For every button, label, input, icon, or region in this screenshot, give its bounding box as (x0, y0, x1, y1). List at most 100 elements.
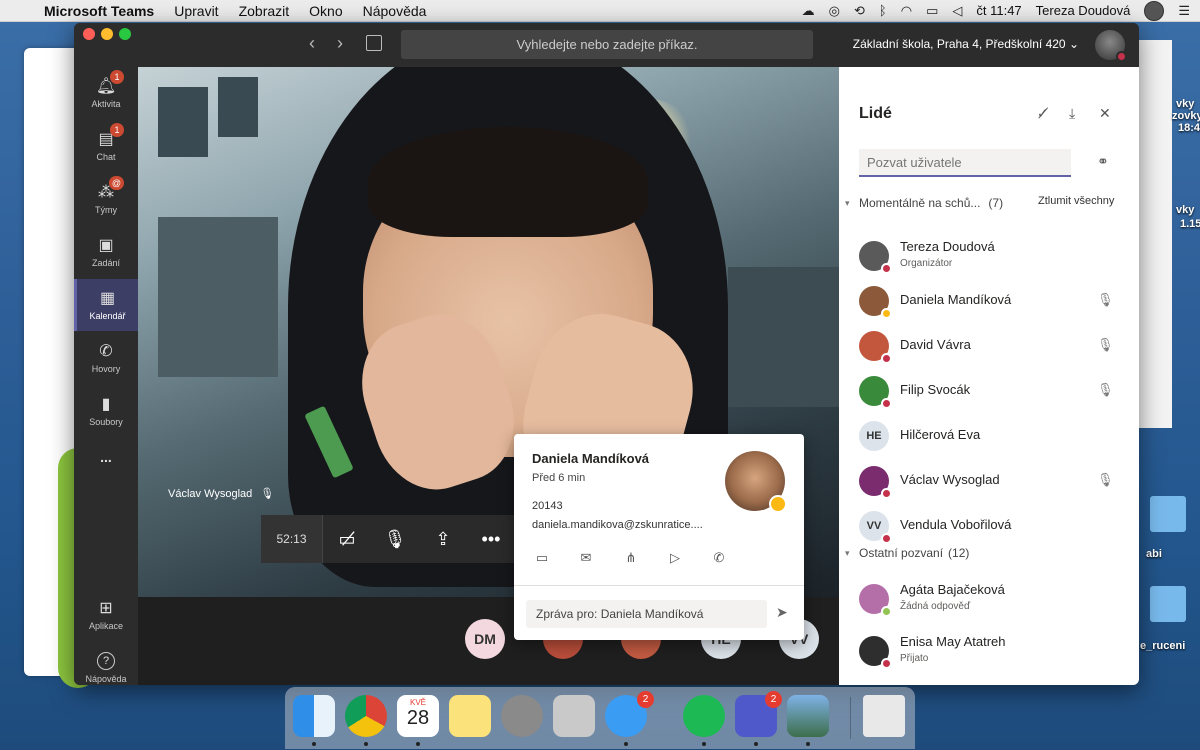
participant-row[interactable]: Filip Svocák 🎙︎ (839, 368, 1139, 413)
participant-row[interactable]: Agáta Bajačeková Žádná odpověď (839, 576, 1139, 621)
rail-item-files[interactable]: ▮ Soubory (74, 385, 138, 437)
people-panel: Lidé ✓̸ ⤓ ✕ ⚭ ▾ Momentálně na schů... (7… (839, 67, 1139, 685)
menu-avatar[interactable] (1144, 0, 1165, 21)
participant-row[interactable]: Tereza Doudová Organizátor (839, 233, 1139, 278)
rail-item-teams[interactable]: ⁂ @ Týmy (74, 173, 138, 225)
microphone-button[interactable]: 🎙︎ (371, 529, 419, 550)
rail-item-calls[interactable]: ✆ Hovory (74, 332, 138, 384)
profile-local-time: Před 6 min (532, 472, 586, 484)
zoom-window-button[interactable] (119, 28, 131, 40)
participant-row[interactable]: Enisa May Atatreh Přijato (839, 628, 1139, 673)
mic-off-icon[interactable]: 🎙︎ (1097, 382, 1114, 398)
participant-role: Žádná odpověď (900, 601, 971, 612)
share-link-icon[interactable]: ⚭ (1097, 153, 1109, 170)
participant-row[interactable]: David Vávra 🎙︎ (839, 323, 1139, 368)
desktop-folder-icon[interactable] (1150, 496, 1186, 532)
preview-icon[interactable] (787, 695, 829, 737)
call-controls: 52:13 ▭̸ 🎙︎ ⇪ ••• (261, 515, 517, 563)
rail-item-activity[interactable]: 🔔︎ 1 Aktivita (74, 67, 138, 119)
mute-all-button[interactable]: Ztlumit všechny (1038, 195, 1114, 207)
command-search-box[interactable]: Vyhledejte nebo zadejte příkaz. (401, 30, 813, 59)
menu-bar: Microsoft Teams Upravit Zobrazit Okno Ná… (0, 0, 1200, 22)
menu-edit[interactable]: Upravit (174, 3, 218, 19)
chat-icon[interactable]: ▭ (533, 550, 551, 566)
cloud-icon[interactable]: ☁ (802, 3, 815, 19)
wifi-icon[interactable]: ◠ (901, 3, 912, 19)
menu-help[interactable]: Nápověda (363, 3, 427, 19)
menu-window[interactable]: Okno (309, 3, 342, 19)
mic-off-icon[interactable]: 🎙︎ (1097, 292, 1114, 308)
participant-row[interactable]: Daniela Mandíková 🎙︎ (839, 278, 1139, 323)
forward-arrow-icon[interactable]: › (337, 33, 343, 54)
help-icon: ? (97, 652, 115, 670)
menu-view[interactable]: Zobrazit (239, 3, 290, 19)
desktop-folder-icon[interactable] (1150, 586, 1186, 622)
rail-item-calendar[interactable]: ▦ Kalendář (74, 279, 138, 331)
chrome-icon[interactable] (345, 695, 387, 737)
participant-avatar[interactable]: DM (465, 619, 505, 659)
menu-app-name[interactable]: Microsoft Teams (44, 3, 154, 19)
presence-status-icon (881, 487, 892, 499)
profile-email[interactable]: daniela.mandikova@zskunratice.... (532, 519, 703, 531)
participant-row[interactable]: HE Hilčerová Eva (839, 413, 1139, 458)
download-icon[interactable]: ⤓ (1069, 105, 1075, 122)
system-preferences-icon[interactable] (501, 695, 543, 737)
section-in-meeting[interactable]: ▾ Momentálně na schů... (7) (845, 196, 1003, 210)
trash-icon[interactable] (863, 695, 905, 737)
presence-status-icon (881, 397, 892, 409)
presence-status-icon (881, 352, 892, 364)
mic-off-icon[interactable]: 🎙︎ (1097, 472, 1114, 488)
calendar-app-icon[interactable]: KVĚ 28 (397, 695, 439, 737)
bluetooth-icon[interactable]: ᛒ (879, 3, 887, 18)
rail-item-label: Nápověda (85, 674, 127, 684)
compose-icon[interactable] (366, 35, 382, 51)
video-call-icon[interactable]: ▷ (666, 550, 684, 566)
share-screen-button[interactable]: ⇪ (419, 529, 467, 550)
running-indicator (364, 742, 368, 746)
finder-icon[interactable] (293, 695, 335, 737)
participant-row[interactable]: Václav Wysoglad 🎙︎ (839, 458, 1139, 503)
notes-icon[interactable] (449, 695, 491, 737)
participant-role: Přijato (900, 653, 929, 664)
phone-icon: ✆ (99, 343, 113, 360)
section-invited[interactable]: ▾ Ostatní pozvaní (12) (845, 546, 969, 560)
menu-user-name[interactable]: Tereza Doudová (1036, 3, 1131, 18)
background-finder-window[interactable] (1138, 40, 1172, 428)
rail-item-apps[interactable]: ⊞ Aplikace (74, 589, 138, 641)
email-icon[interactable]: ✉ (577, 550, 595, 566)
close-icon[interactable]: ✕ (1099, 105, 1111, 122)
send-icon[interactable]: ➤ (776, 604, 788, 621)
minimize-window-button[interactable] (101, 28, 113, 40)
close-window-button[interactable] (83, 28, 95, 40)
rail-badge: @ (108, 176, 124, 190)
avatar-initials: HE (866, 429, 882, 442)
check-dismiss-icon[interactable]: ✓̸ (1037, 105, 1049, 122)
running-indicator (806, 742, 810, 746)
org-chart-icon[interactable]: ⋔ (622, 550, 640, 566)
invite-input[interactable] (859, 149, 1071, 177)
battery-icon[interactable]: ▭ (926, 3, 938, 19)
participant-avatar (859, 240, 892, 274)
rail-item-assignments[interactable]: ▣ Zadání (74, 226, 138, 278)
org-switcher[interactable]: Základní škola, Praha 4, Předškolní 420 … (853, 37, 1079, 51)
rail-item-help[interactable]: ? Nápověda (74, 642, 138, 685)
spotify-icon[interactable] (683, 695, 725, 737)
screenshot-icon[interactable] (553, 695, 595, 737)
rail-item-chat[interactable]: ▤ 1 Chat (74, 120, 138, 172)
rail-item-more[interactable]: ... (74, 433, 138, 485)
camera-off-button[interactable]: ▭̸ (323, 529, 371, 550)
time-machine-icon[interactable]: ⟲ (854, 3, 865, 19)
dock: KVĚ 28 2 2 (285, 687, 915, 749)
clock[interactable]: čt 11:47 (976, 3, 1021, 18)
back-arrow-icon[interactable]: ‹ (309, 33, 315, 54)
phone-icon[interactable]: ✆ (710, 550, 728, 566)
participant-row[interactable]: VV Vendula Vobořilová (839, 503, 1139, 548)
airdrop-icon[interactable]: ◎ (829, 3, 840, 19)
running-indicator (416, 742, 420, 746)
profile-avatar[interactable] (1095, 30, 1127, 62)
more-actions-button[interactable]: ••• (467, 529, 515, 550)
message-input[interactable]: Zpráva pro: Daniela Mandíková (526, 600, 767, 628)
mic-off-icon[interactable]: 🎙︎ (1097, 337, 1114, 353)
volume-icon[interactable]: ◁ (952, 3, 962, 19)
control-center-icon[interactable]: ☰ (1178, 3, 1190, 19)
